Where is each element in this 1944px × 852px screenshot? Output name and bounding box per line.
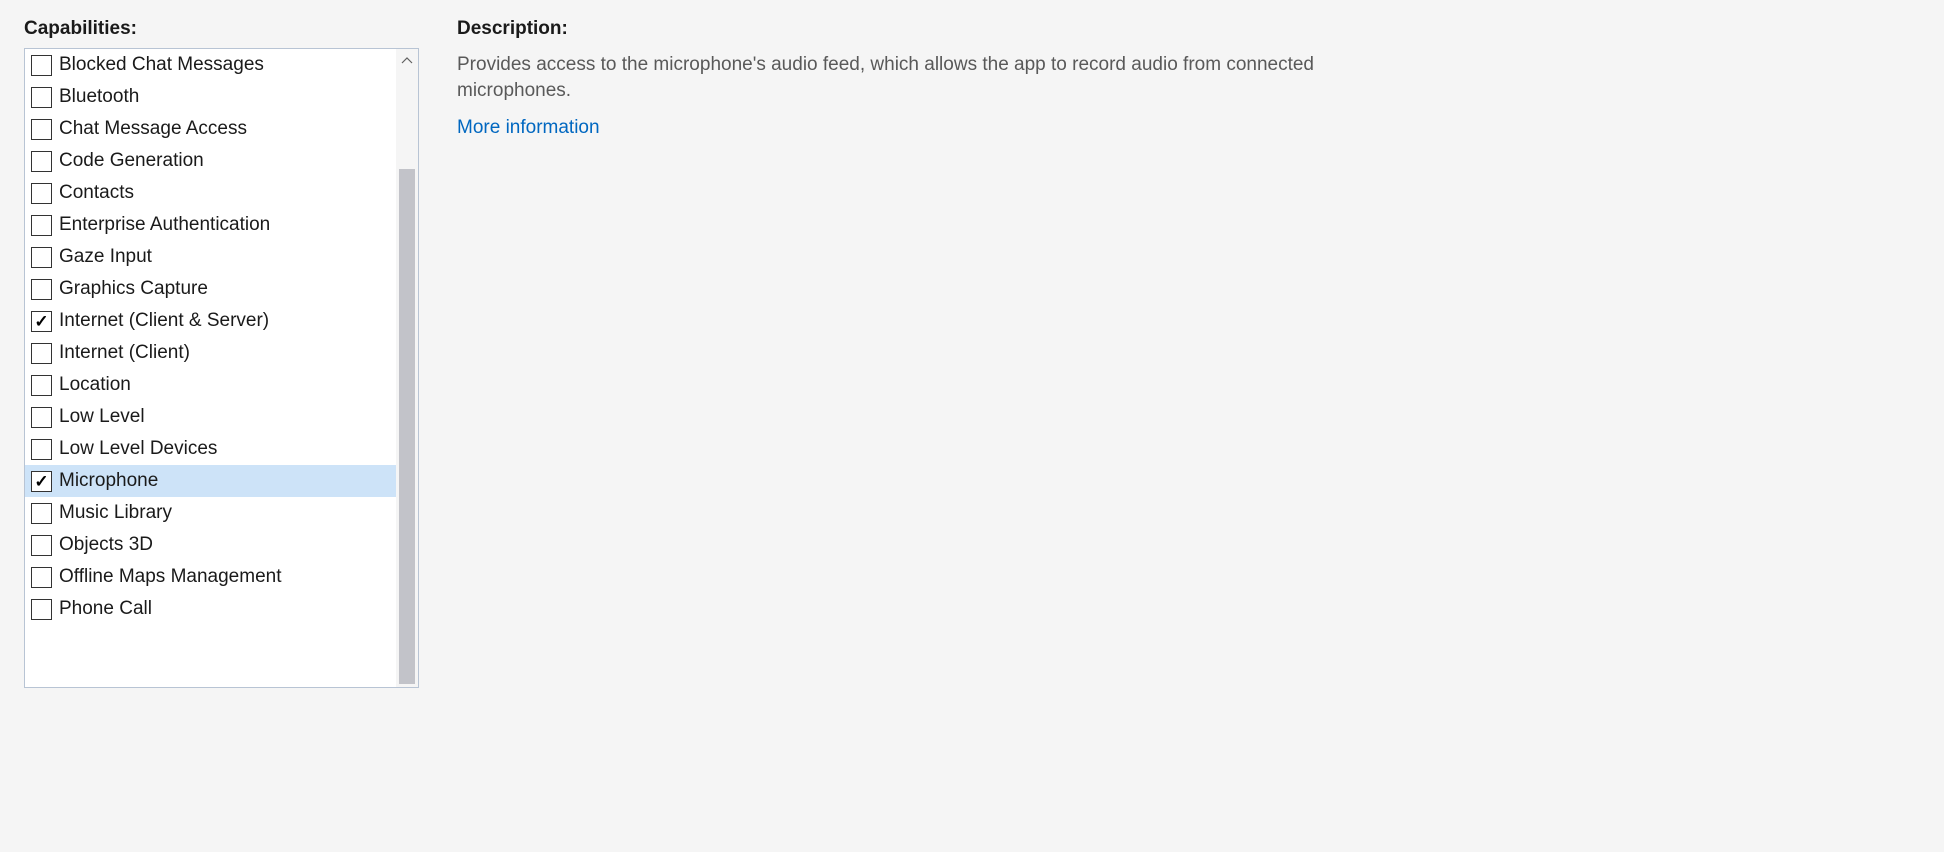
capability-item[interactable]: Internet (Client & Server) — [25, 305, 396, 337]
capability-checkbox[interactable] — [31, 215, 52, 236]
capability-item[interactable]: Gaze Input — [25, 241, 396, 273]
capability-label: Internet (Client) — [59, 342, 190, 364]
capability-label: Internet (Client & Server) — [59, 310, 269, 332]
capability-label: Music Library — [59, 502, 172, 524]
capability-label: Blocked Chat Messages — [59, 54, 264, 76]
capability-label: Contacts — [59, 182, 134, 204]
capability-checkbox[interactable] — [31, 375, 52, 396]
description-heading: Description: — [457, 18, 1920, 40]
capability-item[interactable]: Bluetooth — [25, 81, 396, 113]
capability-label: Code Generation — [59, 150, 204, 172]
capability-checkbox[interactable] — [31, 183, 52, 204]
capability-item[interactable]: Code Generation — [25, 145, 396, 177]
capabilities-listbox[interactable]: Blocked Chat Messages Bluetooth Chat Messa… — [24, 48, 419, 688]
capability-label: Bluetooth — [59, 86, 139, 108]
capability-item[interactable]: Blocked Chat Messages — [25, 49, 396, 81]
capability-label: Objects 3D — [59, 534, 153, 556]
capability-label: Chat Message Access — [59, 118, 247, 140]
capability-checkbox[interactable] — [31, 503, 52, 524]
capability-item[interactable]: Phone Call — [25, 593, 396, 625]
capability-checkbox[interactable] — [31, 151, 52, 172]
capability-label: Microphone — [59, 470, 158, 492]
more-information-link[interactable]: More information — [457, 117, 600, 139]
capability-checkbox[interactable] — [31, 119, 52, 140]
capability-item[interactable]: Location — [25, 369, 396, 401]
capability-item[interactable]: Low Level — [25, 401, 396, 433]
capability-label: Low Level Devices — [59, 438, 217, 460]
capability-item[interactable]: Microphone — [25, 465, 396, 497]
capability-item[interactable]: Graphics Capture — [25, 273, 396, 305]
capability-label: Offline Maps Management — [59, 566, 282, 588]
capability-checkbox[interactable] — [31, 471, 52, 492]
capability-item[interactable]: Offline Maps Management — [25, 561, 396, 593]
capability-checkbox[interactable] — [31, 599, 52, 620]
capability-checkbox[interactable] — [31, 311, 52, 332]
capability-label: Gaze Input — [59, 246, 152, 268]
capability-item[interactable]: Internet (Client) — [25, 337, 396, 369]
capability-checkbox[interactable] — [31, 247, 52, 268]
capability-item[interactable]: Objects 3D — [25, 529, 396, 561]
capability-item[interactable]: Contacts — [25, 177, 396, 209]
capability-label: Enterprise Authentication — [59, 214, 270, 236]
capability-checkbox[interactable] — [31, 87, 52, 108]
capability-item[interactable]: Low Level Devices — [25, 433, 396, 465]
scrollbar-thumb[interactable] — [399, 169, 415, 684]
capability-item[interactable]: Chat Message Access — [25, 113, 396, 145]
description-text: Provides access to the microphone's audi… — [457, 52, 1357, 103]
capability-label: Graphics Capture — [59, 278, 208, 300]
capability-label: Location — [59, 374, 131, 396]
capabilities-heading: Capabilities: — [24, 18, 419, 40]
capability-item[interactable]: Enterprise Authentication — [25, 209, 396, 241]
capability-checkbox[interactable] — [31, 343, 52, 364]
capability-item[interactable]: Music Library — [25, 497, 396, 529]
capability-label: Low Level — [59, 406, 145, 428]
capability-checkbox[interactable] — [31, 439, 52, 460]
capability-checkbox[interactable] — [31, 279, 52, 300]
capability-checkbox[interactable] — [31, 535, 52, 556]
capability-checkbox[interactable] — [31, 567, 52, 588]
capability-checkbox[interactable] — [31, 55, 52, 76]
scroll-up-arrow-icon[interactable] — [396, 49, 418, 71]
capability-label: Phone Call — [59, 598, 152, 620]
scrollbar-track[interactable] — [396, 49, 418, 687]
capability-checkbox[interactable] — [31, 407, 52, 428]
